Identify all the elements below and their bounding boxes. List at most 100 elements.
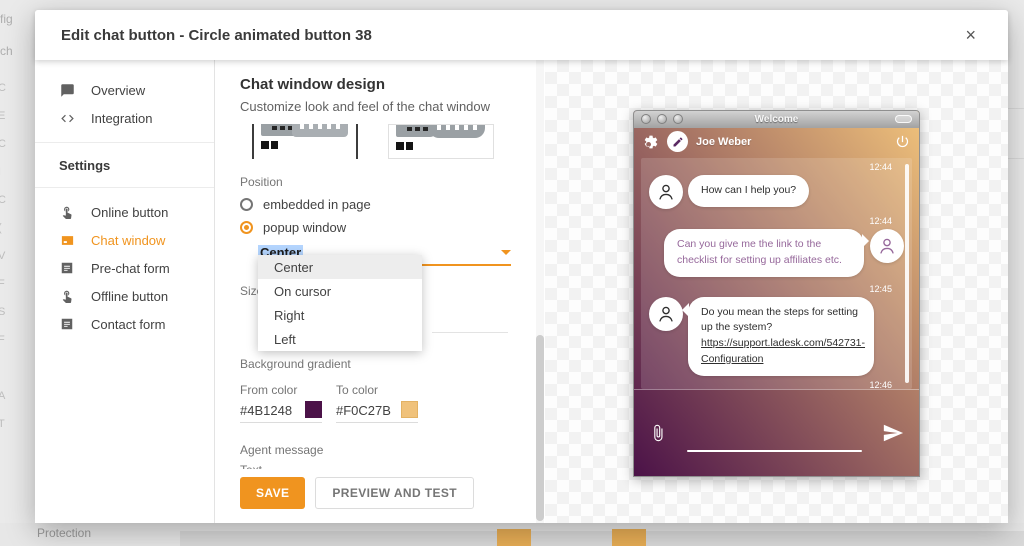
menu-item-center[interactable]: Center [258,255,422,279]
minimize-pill-icon[interactable] [895,115,912,123]
sidebar-item-label: Integration [91,111,152,126]
panel-footer: SAVE PREVIEW AND TEST [215,469,535,523]
divider [35,142,214,143]
dialog-header: Edit chat button - Circle animated butto… [35,10,1008,60]
bg-text-fragment: E [0,110,5,122]
to-color-label: To color [336,383,418,397]
position-label: Position [240,175,508,189]
sidebar-item-label: Contact form [91,317,165,332]
gear-icon[interactable] [643,134,659,150]
thumb-shape [261,141,281,149]
panel-heading: Chat window design [240,76,508,93]
from-color-field[interactable]: From color #4B1248 [240,383,322,423]
bg-divider [1007,108,1024,109]
thumb-shape [396,142,416,150]
menu-item-right[interactable]: Right [258,303,422,327]
style-thumbnails [252,124,508,159]
edit-chat-button-dialog: Edit chat button - Circle animated butto… [35,10,1008,523]
paperclip-icon[interactable] [649,424,667,442]
chat-bubble-icon [59,82,75,98]
agent-message: 12:44 How can I help you? [649,162,904,209]
to-color-field[interactable]: To color #F0C27B [336,383,418,423]
bg-text-fragment: V [0,250,5,262]
menu-item-on-cursor[interactable]: On cursor [258,279,422,303]
sidebar-item-offline-button[interactable]: Offline button [35,282,214,310]
agent-name: Joe Weber [696,136,751,148]
thumb-shape [292,124,348,137]
visitor-message-partial: 12:46 [649,380,904,390]
radio-icon[interactable] [240,198,253,211]
panel-subheading: Customize look and feel of the chat wind… [240,99,508,114]
window-button-icon[interactable] [673,114,683,124]
preview-and-test-button[interactable]: PREVIEW AND TEST [315,477,474,509]
dialog-sidebar: Overview Integration Settings Online but… [35,60,215,523]
bg-protection-label: Protection [37,526,91,540]
agent-message-label: Agent message [240,443,508,457]
touch-icon [59,204,75,220]
panel-scrollbar-thumb[interactable] [536,335,544,521]
radio-icon-checked[interactable] [240,221,253,234]
message-bubble: How can I help you? [688,175,809,207]
power-icon[interactable] [895,134,910,149]
from-color-swatch[interactable] [305,401,322,418]
sidebar-item-integration[interactable]: Integration [35,104,214,132]
sidebar-item-overview[interactable]: Overview [35,76,214,104]
send-icon[interactable] [882,422,904,444]
form-icon [59,260,75,276]
message-time: 12:46 [649,380,904,390]
window-button-icon[interactable] [641,114,651,124]
bg-text-fragment: I [0,166,1,178]
style-thumbnail[interactable] [388,124,494,159]
chat-scrollbar[interactable] [905,164,909,383]
bg-orange-square [612,529,646,546]
to-color-swatch[interactable] [401,401,418,418]
bg-text-fragment: fig [0,12,13,26]
from-color-value[interactable]: #4B1248 [240,403,292,418]
person-avatar-icon [870,229,904,263]
person-avatar-icon [649,297,683,331]
close-icon[interactable]: × [959,22,982,48]
message-time: 12:44 [649,216,904,229]
bg-divider [1007,158,1024,159]
support-link[interactable]: https://support.ladesk.com/542731-Config… [701,337,865,365]
radio-embedded-in-page[interactable]: embedded in page [240,197,508,212]
sidebar-item-online-button[interactable]: Online button [35,198,214,226]
from-color-label: From color [240,383,322,397]
chat-window-icon [59,232,75,248]
bg-text-fragment: T [0,418,5,430]
to-color-value[interactable]: #F0C27B [336,403,391,418]
bg-text-fragment: F [0,334,5,346]
message-bubble: Can you give me the link to the checklis… [664,229,864,277]
sidebar-settings-header: Settings [35,153,214,177]
bg-text-fragment: ch [0,44,13,58]
bg-bottom-bar [180,531,1024,546]
radio-popup-window[interactable]: popup window [240,220,508,235]
save-button[interactable]: SAVE [240,477,305,509]
bg-text-fragment: A [0,390,5,402]
preview-titlebar: Welcome [634,111,919,128]
sidebar-item-label: Online button [91,205,168,220]
bg-text-fragment: S [0,306,5,318]
position-dropdown-menu: Center On cursor Right Left [258,255,422,351]
chevron-down-icon [501,250,511,255]
chat-preview-area: Welcome Joe Weber [545,60,1008,523]
sidebar-item-contact-form[interactable]: Contact form [35,310,214,338]
message-time: 12:45 [649,284,904,297]
sidebar-item-label: Offline button [91,289,168,304]
divider [35,187,214,188]
sidebar-item-pre-chat-form[interactable]: Pre-chat form [35,254,214,282]
form-icon [59,316,75,332]
message-input[interactable] [687,450,862,452]
sidebar-item-label: Pre-chat form [91,261,170,276]
window-button-icon[interactable] [657,114,667,124]
radio-label: popup window [263,220,346,235]
chat-window-design-panel: Chat window design Customize look and fe… [215,60,545,523]
radio-label: embedded in page [263,197,371,212]
agent-avatar [667,131,688,152]
background-gradient-label: Background gradient [240,357,508,371]
menu-item-left[interactable]: Left [258,327,422,351]
bg-text-fragment: C [0,138,6,150]
dialog-title: Edit chat button - Circle animated butto… [61,27,372,44]
style-thumbnail-selected[interactable] [252,124,358,159]
sidebar-item-chat-window[interactable]: Chat window [35,226,214,254]
